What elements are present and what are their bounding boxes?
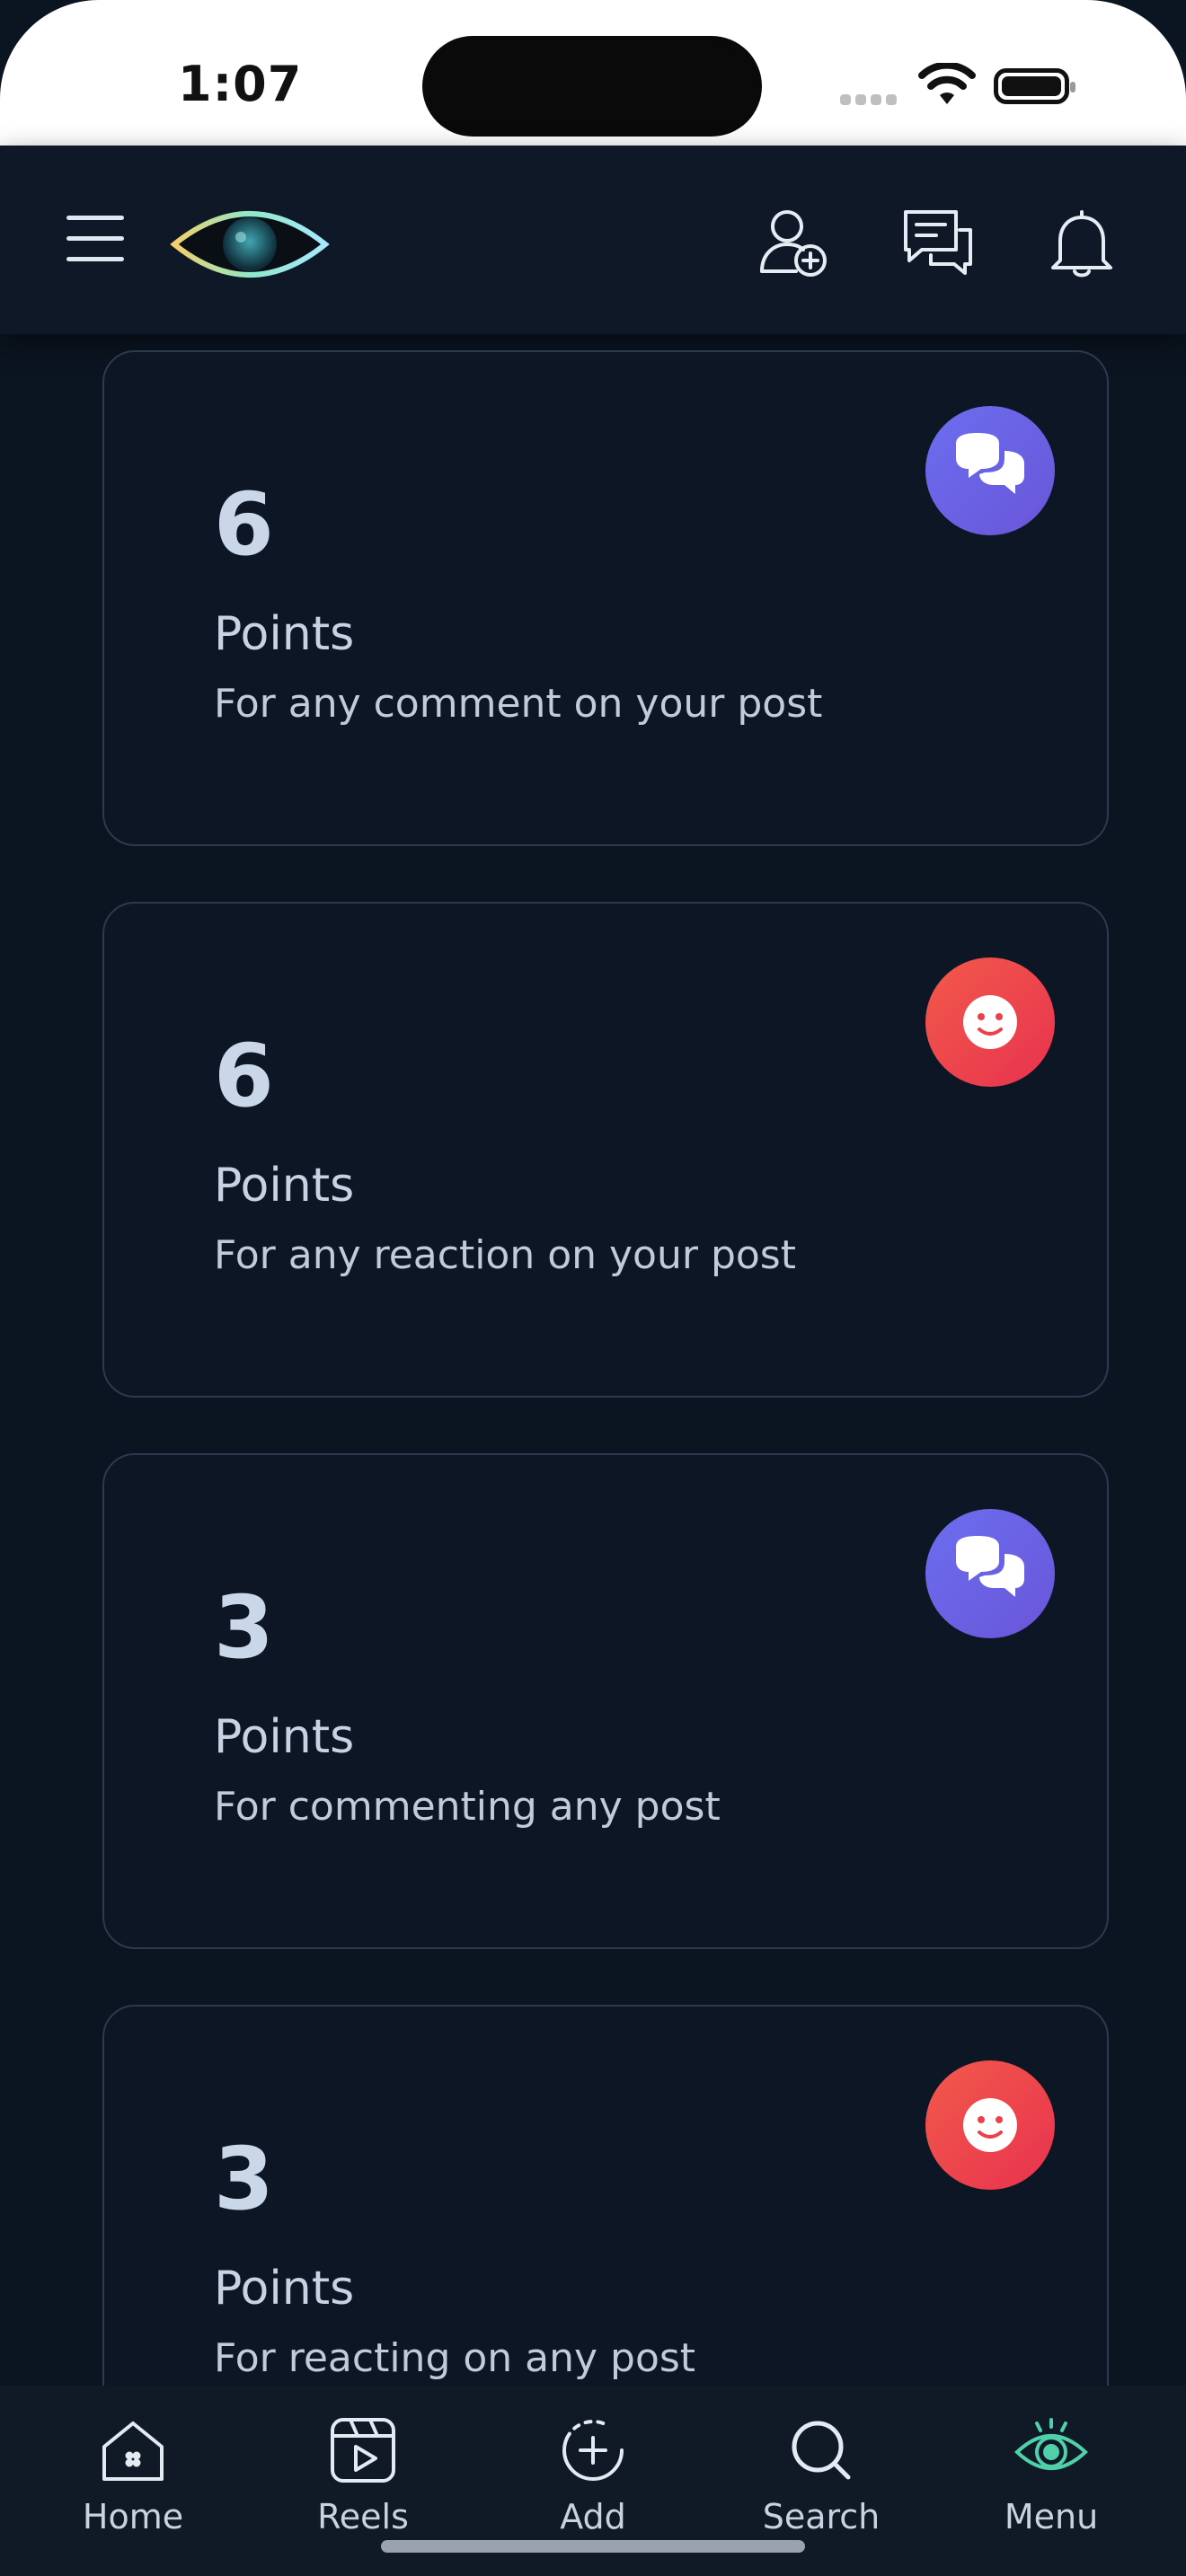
points-value: 3 [214, 2129, 274, 2229]
dynamic-island [422, 36, 762, 137]
nav-home-label: Home [82, 2497, 184, 2536]
nav-search[interactable]: Search [731, 2413, 911, 2536]
points-description: For reacting on any post [214, 2335, 696, 2381]
nav-reels[interactable]: Reels [273, 2413, 453, 2536]
search-icon [792, 2421, 851, 2480]
bell-icon[interactable] [1044, 205, 1120, 280]
nav-add-label: Add [560, 2497, 626, 2536]
messages-icon[interactable] [900, 205, 976, 280]
add-icon [562, 2420, 624, 2481]
comments-icon [925, 406, 1055, 535]
nav-search-label: Search [762, 2497, 881, 2536]
points-description: For any comment on your post [214, 681, 823, 727]
points-value: 3 [214, 1577, 274, 1678]
points-value: 6 [214, 474, 274, 575]
app-header [0, 146, 1186, 334]
nav-reels-label: Reels [317, 2497, 409, 2536]
reels-icon [331, 2418, 395, 2483]
wifi-icon [918, 63, 976, 104]
add-friend-icon[interactable] [757, 205, 832, 280]
home-icon [102, 2422, 164, 2481]
points-card: 6 Points For any reaction on your post [102, 902, 1109, 1398]
nav-home[interactable]: Home [43, 2413, 223, 2536]
cellular-signal-icon [840, 92, 901, 109]
battery-icon [994, 68, 1075, 104]
points-value: 6 [214, 1026, 274, 1126]
nav-menu-label: Menu [1004, 2497, 1099, 2536]
nav-menu[interactable]: Menu [961, 2413, 1141, 2536]
points-unit: Points [214, 2262, 355, 2316]
smile-icon [925, 957, 1055, 1087]
points-unit: Points [214, 607, 355, 661]
status-bar: 1:07 [0, 0, 1186, 146]
points-card: 6 Points For any comment on your post [102, 350, 1109, 846]
menu-icon[interactable] [66, 216, 124, 262]
comments-icon [925, 1509, 1055, 1638]
nav-add[interactable]: Add [503, 2413, 683, 2536]
points-unit: Points [214, 1159, 355, 1213]
home-indicator[interactable] [381, 2540, 805, 2553]
smile-icon [925, 2060, 1055, 2190]
points-unit: Points [214, 1710, 355, 1764]
eye-menu-icon [1014, 2418, 1088, 2470]
app-screen: 1:07 6 Points For any comment on your po… [0, 0, 1186, 2576]
points-description: For any reaction on your post [214, 1232, 796, 1278]
status-time: 1:07 [178, 56, 303, 112]
points-card: 3 Points For commenting any post [102, 1453, 1109, 1949]
points-description: For commenting any post [214, 1784, 721, 1830]
eye-logo[interactable] [169, 201, 331, 287]
